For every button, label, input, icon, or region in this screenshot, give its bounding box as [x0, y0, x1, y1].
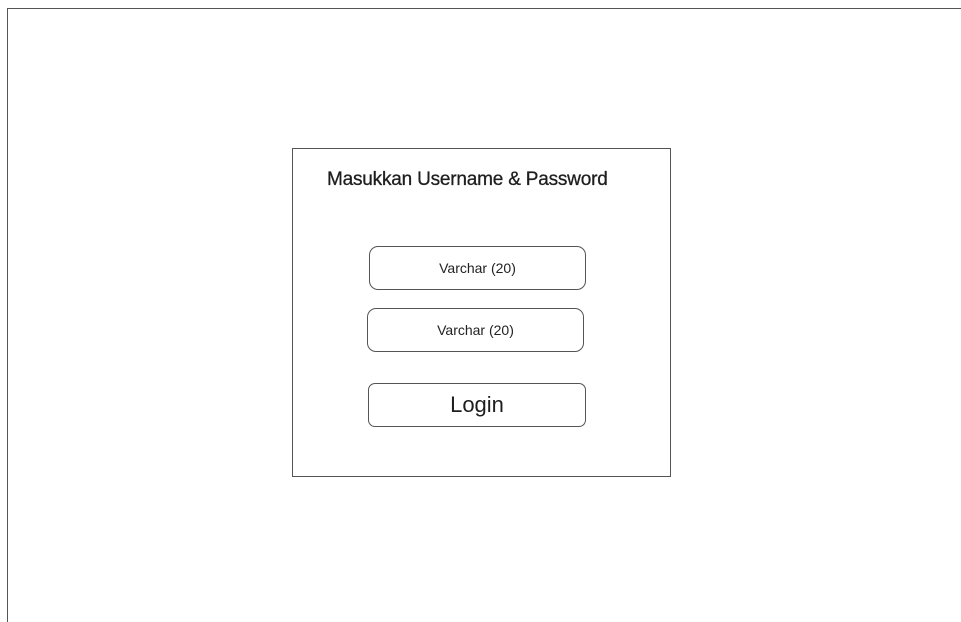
login-title: Masukkan Username & Password — [327, 169, 608, 190]
username-input[interactable] — [370, 247, 585, 289]
page-canvas: Masukkan Username & Password Login — [0, 0, 961, 622]
password-field[interactable] — [367, 308, 584, 352]
password-input[interactable] — [368, 309, 583, 351]
login-panel: Masukkan Username & Password Login — [292, 148, 671, 477]
username-field[interactable] — [369, 246, 586, 290]
login-button[interactable]: Login — [368, 383, 586, 427]
